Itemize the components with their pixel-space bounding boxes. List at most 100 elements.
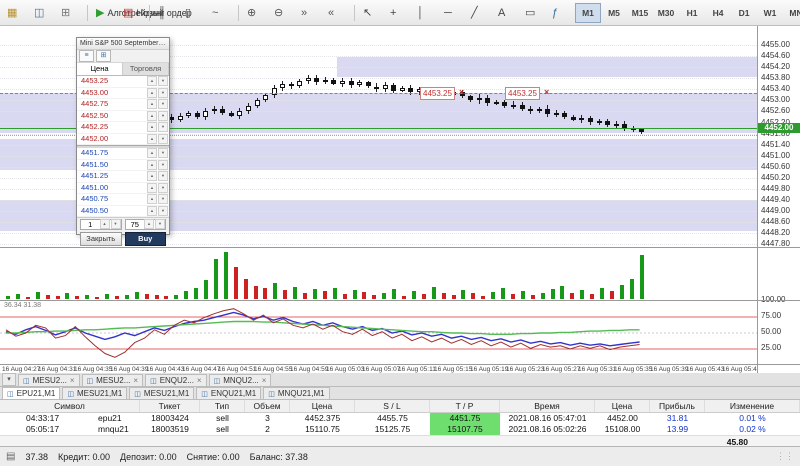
profiles-button[interactable]: ◫ (30, 2, 56, 24)
timeframe-m30-button[interactable]: M30 (653, 3, 679, 23)
table-column-header[interactable]: Время (500, 400, 595, 412)
order-price-label[interactable]: 4453.25 (420, 87, 455, 101)
chart-window[interactable]: 4453.25 4453.25 × × 36.34 31.38 16 Aug 04:2… (0, 26, 800, 373)
spin-up-button[interactable]: ▲ (147, 122, 157, 133)
spin-up-button[interactable]: ▲ (147, 99, 157, 110)
chart-tab-close-icon[interactable]: × (197, 376, 202, 386)
spin-down-button[interactable]: ▼ (158, 122, 168, 133)
order-price-label[interactable]: 4453.25 (505, 87, 540, 101)
dom-price-row[interactable]: 4453.25 ▲ ▼ (77, 76, 169, 88)
new-order-button[interactable]: ▤ Новый ордер (119, 2, 192, 24)
order-close-icon[interactable]: × (544, 87, 549, 98)
dom-price-row[interactable]: 4453.00 ▲ ▼ (77, 87, 169, 99)
dom-settings-button[interactable]: ⊞ (96, 50, 111, 62)
timeframe-h4-button[interactable]: H4 (705, 3, 731, 23)
zoom-in-button[interactable]: ⊕ (243, 2, 269, 24)
spin-up-button[interactable]: ▲ (147, 110, 157, 121)
position-row[interactable]: 04:33:17 epu21 18003424 sell 3 4452.375 4455.7… (0, 413, 800, 424)
table-column-header[interactable]: Цена (595, 400, 650, 412)
close-position-button[interactable]: Закрыть (80, 232, 122, 246)
volume-pane[interactable] (0, 247, 757, 300)
dom-price-row[interactable]: 4452.00 ▲ ▼ (77, 133, 169, 145)
table-column-header[interactable]: Объем (245, 400, 290, 412)
lot-input-0[interactable]: 1 ▲ ▼ (80, 218, 122, 230)
table-column-header[interactable]: Изменение (705, 400, 800, 412)
timeframe-m5-button[interactable]: M5 (601, 3, 627, 23)
table-column-header[interactable]: Тип (200, 400, 245, 412)
dom-price-row[interactable]: 4451.25 ▲ ▼ (77, 171, 169, 183)
tab-list-button[interactable]: ▾ (2, 373, 16, 386)
spin-up-button[interactable]: ▲ (147, 133, 157, 144)
spin-down-button[interactable]: ▼ (158, 194, 168, 205)
table-column-header[interactable]: T / P (430, 400, 500, 412)
table-column-header[interactable]: Прибыль (650, 400, 705, 412)
timeframe-m15-button[interactable]: M15 (627, 3, 653, 23)
table-column-header[interactable]: Тикет (140, 400, 200, 412)
spin-down-button[interactable]: ▼ (158, 87, 168, 98)
spin-down-button[interactable]: ▼ (158, 205, 168, 216)
spin-down-button[interactable]: ▼ (155, 219, 165, 229)
spin-up-button[interactable]: ▲ (147, 148, 157, 159)
dom-tab-торговля[interactable]: Торговля (123, 63, 169, 75)
chart-tab-close-icon[interactable]: × (262, 376, 267, 386)
spin-up-button[interactable]: ▲ (147, 205, 157, 216)
trendline-button[interactable]: ╱ (467, 2, 493, 24)
zoom-out-button[interactable]: ⊖ (270, 2, 296, 24)
dom-price-row[interactable]: 4452.50 ▲ ▼ (77, 110, 169, 122)
time-axis[interactable]: 16 Aug 04:27 16 Aug 04:31 16 Aug 04:35 16 A… (0, 364, 757, 373)
vertical-line-button[interactable]: │ (413, 2, 439, 24)
chart-candles-button[interactable]: ▯ (181, 2, 207, 24)
chart-tab[interactable]: ◫ MESU21,M1 (129, 387, 195, 399)
chart-tab[interactable]: ◫ MESU21,M1 (62, 387, 128, 399)
dom-price-row[interactable]: 4451.50 ▲ ▼ (77, 159, 169, 171)
spin-up-button[interactable]: ▲ (147, 76, 157, 87)
chart-tab[interactable]: ◫ EPU21,M1 (2, 387, 61, 399)
spin-down-button[interactable]: ▼ (158, 76, 168, 87)
timeframe-d1-button[interactable]: D1 (731, 3, 757, 23)
dom-price-row[interactable]: 4451.75 ▲ ▼ (77, 148, 169, 160)
price-axis[interactable]: 4455.00 4454.60 4454.20 4453.80 4453.40 4453.… (757, 26, 800, 373)
algo-trading-button[interactable]: ▶ Алготрейдинг (92, 2, 164, 24)
spin-up-button[interactable]: ▲ (147, 194, 157, 205)
dom-list-button[interactable]: ≡ (79, 50, 94, 62)
oscillator-pane[interactable]: 36.34 31.38 (0, 300, 757, 364)
shapes-button[interactable]: ▭ (521, 2, 547, 24)
spin-up-button[interactable]: ▲ (99, 219, 110, 229)
chart-line-button[interactable]: ~ (208, 2, 234, 24)
dom-price-row[interactable]: 4450.75 ▲ ▼ (77, 194, 169, 206)
chart-shift-button[interactable]: « (324, 2, 350, 24)
crosshair-button[interactable]: + (386, 2, 412, 24)
cursor-button[interactable]: ↖ (359, 2, 385, 24)
chart-tab[interactable]: ◫ MESU2... × (81, 374, 144, 386)
horizontal-line-button[interactable]: ─ (440, 2, 466, 24)
spin-down-button[interactable]: ▼ (158, 148, 168, 159)
auto-scroll-button[interactable]: » (297, 2, 323, 24)
dom-price-row[interactable]: 4452.75 ▲ ▼ (77, 99, 169, 111)
spin-up-button[interactable]: ▲ (147, 171, 157, 182)
spin-down-button[interactable]: ▼ (158, 133, 168, 144)
spin-up-button[interactable]: ▲ (147, 87, 157, 98)
chart-tab[interactable]: ◫ MESU2... × (18, 374, 80, 386)
lot-input-1[interactable]: 75 ▲ ▼ (124, 218, 166, 230)
new-chart-button[interactable]: ▦ (3, 2, 29, 24)
timeframe-h1-button[interactable]: H1 (679, 3, 705, 23)
spin-down-button[interactable]: ▼ (110, 219, 121, 229)
table-column-header[interactable]: Цена (290, 400, 355, 412)
chart-tab[interactable]: ◫ ENQU2... × (145, 374, 207, 386)
chart-tab[interactable]: ◫ MNQU2... × (208, 374, 272, 386)
spin-down-button[interactable]: ▼ (158, 182, 168, 193)
spin-down-button[interactable]: ▼ (158, 159, 168, 170)
spin-up-button[interactable]: ▲ (144, 219, 154, 229)
spin-up-button[interactable]: ▲ (147, 182, 157, 193)
dom-tab-цена[interactable]: Цена (77, 63, 123, 75)
dom-price-row[interactable]: 4452.25 ▲ ▼ (77, 122, 169, 134)
timeframe-m1-button[interactable]: M1 (575, 2, 601, 23)
order-close-icon[interactable]: × (459, 87, 464, 98)
spin-down-button[interactable]: ▼ (158, 171, 168, 182)
buy-button[interactable]: Buy (124, 232, 166, 246)
chart-bars-button[interactable]: ║ (154, 2, 180, 24)
spin-down-button[interactable]: ▼ (158, 110, 168, 121)
dom-price-row[interactable]: 4451.00 ▲ ▼ (77, 182, 169, 194)
chart-tab-close-icon[interactable]: × (70, 376, 75, 386)
dom-price-row[interactable]: 4450.50 ▲ ▼ (77, 205, 169, 217)
